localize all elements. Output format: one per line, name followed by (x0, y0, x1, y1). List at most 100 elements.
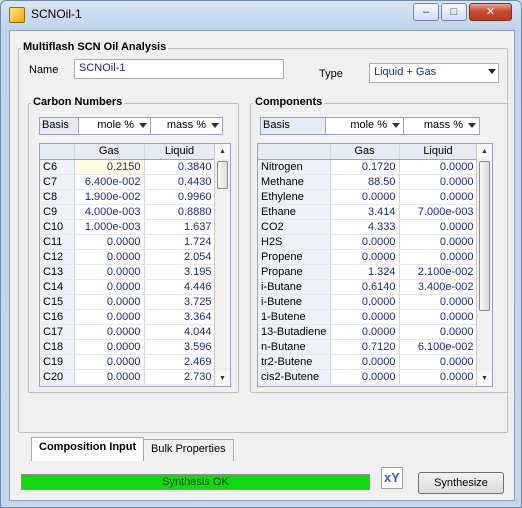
type-select[interactable]: Liquid + Gas (369, 63, 499, 83)
liquid-value-cell[interactable]: 6.100e-002 (399, 339, 478, 355)
table-row[interactable]: CO2 4.333 0.0000 (258, 219, 478, 235)
table-row[interactable]: C20 0.0000 2.730 (40, 369, 216, 385)
gas-value-cell[interactable]: 0.0000 (330, 369, 400, 385)
liquid-value-cell[interactable]: 1.724 (144, 234, 216, 250)
gas-value-cell[interactable]: 1.324 (330, 264, 400, 280)
liquid-value-cell[interactable]: 0.0000 (399, 189, 478, 205)
gas-value-cell[interactable]: 0.0000 (74, 294, 145, 310)
gas-value-cell[interactable]: 6.400e-002 (74, 174, 145, 190)
table-row[interactable]: C8 1.900e-002 0.9960 (40, 189, 216, 205)
table-row[interactable]: Ethane 3.414 7.000e-003 (258, 204, 478, 220)
liquid-value-cell[interactable]: 2.054 (144, 249, 216, 265)
gas-value-cell[interactable]: 1.000e-003 (74, 219, 145, 235)
tab-bulk-properties[interactable]: Bulk Properties (143, 439, 234, 461)
table-row[interactable]: C9 4.000e-003 0.8880 (40, 204, 216, 220)
gas-value-cell[interactable]: 0.0000 (74, 309, 145, 325)
table-row[interactable]: C7 6.400e-002 0.4430 (40, 174, 216, 190)
liquid-value-cell[interactable]: 0.0000 (399, 174, 478, 190)
components-gas-basis-select[interactable]: mole % (326, 117, 404, 135)
table-row[interactable]: Propane 1.324 2.100e-002 (258, 264, 478, 280)
table-row[interactable]: C16 0.0000 3.364 (40, 309, 216, 325)
liquid-value-cell[interactable]: 4.446 (144, 279, 216, 295)
table-row[interactable]: Nitrogen 0.1720 0.0000 (258, 159, 478, 175)
table-row[interactable]: C6 0.2150 0.3840 (40, 159, 216, 175)
gas-value-cell[interactable]: 88.50 (330, 174, 400, 190)
scroll-down-icon[interactable]: ▼ (215, 371, 230, 386)
scroll-up-icon[interactable]: ▲ (215, 144, 230, 159)
table-row[interactable]: i-Butane 0.6140 3.400e-002 (258, 279, 478, 295)
liquid-value-cell[interactable]: 2.100e-002 (399, 264, 478, 280)
scroll-down-icon[interactable]: ▼ (477, 371, 492, 386)
gas-value-cell[interactable]: 0.0000 (74, 279, 145, 295)
carbon-scrollbar[interactable]: ▲ ▼ (214, 144, 230, 386)
liquid-value-cell[interactable]: 1.637 (144, 219, 216, 235)
liquid-value-cell[interactable]: 0.0000 (399, 249, 478, 265)
gas-value-cell[interactable]: 0.0000 (74, 354, 145, 370)
table-row[interactable]: Ethylene 0.0000 0.0000 (258, 189, 478, 205)
table-row[interactable]: C13 0.0000 3.195 (40, 264, 216, 280)
table-row[interactable]: cis2-Butene 0.0000 0.0000 (258, 369, 478, 385)
liquid-value-cell[interactable]: 0.0000 (399, 324, 478, 340)
liquid-value-cell[interactable]: 0.3840 (144, 159, 216, 175)
table-row[interactable]: n-Butane 0.7120 6.100e-002 (258, 339, 478, 355)
gas-value-cell[interactable]: 0.0000 (74, 234, 145, 250)
gas-value-cell[interactable]: 0.0000 (330, 309, 400, 325)
liquid-value-cell[interactable]: 3.596 (144, 339, 216, 355)
table-row[interactable]: i-Butene 0.0000 0.0000 (258, 294, 478, 310)
liquid-value-cell[interactable]: 0.4430 (144, 174, 216, 190)
table-row[interactable]: Propene 0.0000 0.0000 (258, 249, 478, 265)
table-row[interactable]: H2S 0.0000 0.0000 (258, 234, 478, 250)
gas-value-cell[interactable]: 0.0000 (330, 249, 400, 265)
liquid-value-cell[interactable]: 0.0000 (399, 234, 478, 250)
liquid-value-cell[interactable]: 0.0000 (399, 159, 478, 175)
scroll-thumb[interactable] (217, 161, 228, 189)
gas-value-cell[interactable]: 4.333 (330, 219, 400, 235)
table-row[interactable]: C12 0.0000 2.054 (40, 249, 216, 265)
name-input[interactable]: SCNOil-1 (74, 59, 284, 79)
liquid-value-cell[interactable]: 3.364 (144, 309, 216, 325)
liquid-value-cell[interactable]: 4.044 (144, 324, 216, 340)
gas-value-cell[interactable]: 0.7120 (330, 339, 400, 355)
liquid-value-cell[interactable]: 0.0000 (399, 219, 478, 235)
gas-value-cell[interactable]: 0.0000 (74, 324, 145, 340)
synthesize-button[interactable]: Synthesize (418, 472, 504, 494)
carbon-gas-basis-select[interactable]: mole % (79, 117, 151, 135)
liquid-value-cell[interactable]: 3.400e-002 (399, 279, 478, 295)
table-row[interactable]: C19 0.0000 2.469 (40, 354, 216, 370)
liquid-value-cell[interactable]: 2.730 (144, 369, 216, 385)
liquid-value-cell[interactable]: 0.0000 (399, 309, 478, 325)
gas-value-cell[interactable]: 1.900e-002 (74, 189, 145, 205)
gas-value-cell[interactable]: 0.0000 (74, 339, 145, 355)
table-row[interactable]: C17 0.0000 4.044 (40, 324, 216, 340)
table-row[interactable]: 13-Butadiene 0.0000 0.0000 (258, 324, 478, 340)
scroll-thumb[interactable] (479, 161, 490, 311)
chart-icon[interactable]: xY (381, 467, 403, 489)
gas-value-cell[interactable]: 0.0000 (330, 189, 400, 205)
liquid-value-cell[interactable]: 7.000e-003 (399, 204, 478, 220)
gas-value-cell[interactable]: 3.414 (330, 204, 400, 220)
gas-value-cell[interactable]: 0.1720 (330, 159, 400, 175)
scroll-up-icon[interactable]: ▲ (477, 144, 492, 159)
liquid-value-cell[interactable]: 0.9960 (144, 189, 216, 205)
gas-value-cell[interactable]: 0.0000 (330, 324, 400, 340)
liquid-value-cell[interactable]: 3.725 (144, 294, 216, 310)
gas-value-cell[interactable]: 0.0000 (74, 249, 145, 265)
gas-value-cell[interactable]: 0.0000 (74, 369, 145, 385)
gas-value-cell[interactable]: 0.0000 (330, 354, 400, 370)
table-row[interactable]: tr2-Butene 0.0000 0.0000 (258, 354, 478, 370)
close-button[interactable]: ✕ (469, 3, 512, 21)
table-row[interactable]: C10 1.000e-003 1.637 (40, 219, 216, 235)
liquid-value-cell[interactable]: 0.8880 (144, 204, 216, 220)
liquid-value-cell[interactable]: 3.195 (144, 264, 216, 280)
liquid-value-cell[interactable]: 0.0000 (399, 369, 478, 385)
carbon-liquid-basis-select[interactable]: mass % (151, 117, 223, 135)
table-row[interactable]: C11 0.0000 1.724 (40, 234, 216, 250)
maximize-button[interactable]: □ (441, 3, 467, 21)
gas-value-cell[interactable]: 0.2150 (74, 159, 145, 175)
tab-composition-input[interactable]: Composition Input (31, 437, 145, 461)
gas-value-cell[interactable]: 0.0000 (74, 264, 145, 280)
components-liquid-basis-select[interactable]: mass % (404, 117, 480, 135)
gas-value-cell[interactable]: 0.6140 (330, 279, 400, 295)
gas-value-cell[interactable]: 0.0000 (330, 294, 400, 310)
minimize-button[interactable]: – (413, 3, 439, 21)
